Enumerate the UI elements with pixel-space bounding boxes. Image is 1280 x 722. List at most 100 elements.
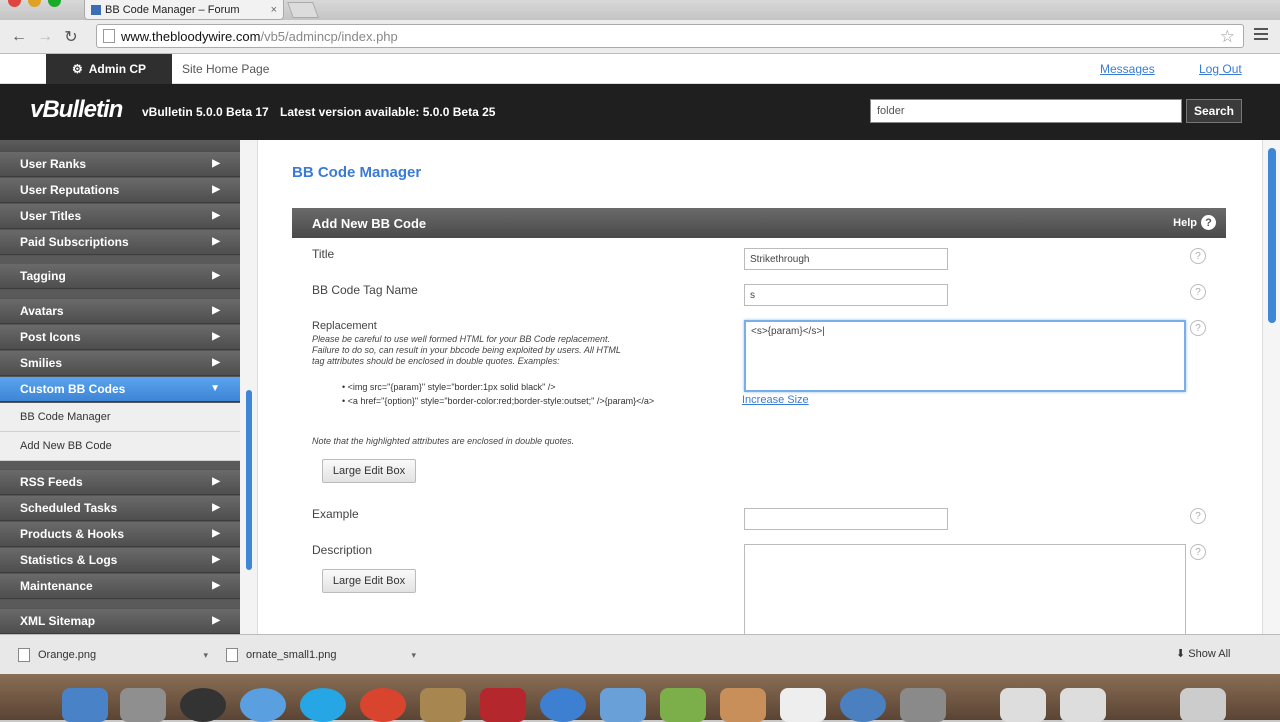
sidebar-item-statistics-logs[interactable]: Statistics & Logs ▶ — [0, 548, 240, 573]
zoom-window-icon[interactable] — [48, 0, 61, 7]
app-icon[interactable] — [900, 688, 946, 722]
sidebar-item-label: Scheduled Tasks — [20, 501, 118, 515]
sidebar-item-user-reputations[interactable]: User Reputations ▶ — [0, 178, 240, 203]
sidebar-item-products-hooks[interactable]: Products & Hooks ▶ — [0, 522, 240, 547]
tab-close-icon[interactable]: × — [271, 4, 277, 16]
file-icon — [226, 648, 238, 662]
messages-link[interactable]: Messages — [1100, 62, 1155, 76]
show-all-downloads-link[interactable]: ⬇ Show All — [1176, 647, 1230, 660]
download-item[interactable]: Orange.png ▾ — [18, 643, 208, 667]
tab-admin-cp[interactable]: ⚙ Admin CP — [46, 54, 172, 84]
help-question-icon[interactable]: ? — [1190, 320, 1206, 336]
large-edit-box-button[interactable]: Large Edit Box — [322, 459, 416, 483]
help-question-icon[interactable]: ? — [1190, 544, 1206, 560]
sidebar-item-label: Maintenance — [20, 579, 93, 593]
logout-link[interactable]: Log Out — [1199, 62, 1242, 76]
help-question-icon[interactable]: ? — [1190, 248, 1206, 264]
replacement-note-line: Failure to do so, can result in your bbc… — [312, 345, 621, 355]
chevron-right-icon: ▶ — [212, 615, 220, 626]
search-button[interactable]: Search — [1186, 99, 1242, 123]
app-icon[interactable] — [600, 688, 646, 722]
bookmark-star-icon[interactable]: ☆ — [1220, 27, 1235, 47]
increase-size-link[interactable]: Increase Size — [742, 394, 809, 406]
show-all-label: Show All — [1188, 648, 1231, 660]
close-window-icon[interactable] — [8, 0, 21, 7]
replacement-label: Replacement — [312, 320, 377, 332]
sidebar-item-xml-sitemap[interactable]: XML Sitemap ▶ — [0, 609, 240, 634]
back-button[interactable]: ← — [6, 28, 32, 46]
finder-icon[interactable] — [62, 688, 108, 722]
replacement-textarea[interactable]: <s>{param}</s>| — [744, 320, 1186, 392]
browser-menu-icon[interactable] — [1254, 28, 1268, 40]
tag-name-field[interactable]: s — [744, 284, 948, 306]
sidebar-item-label: User Titles — [20, 209, 82, 223]
trash-icon[interactable] — [1180, 688, 1226, 722]
sidebar-item-label: Products & Hooks — [20, 527, 125, 541]
folder-icon[interactable] — [1060, 688, 1106, 722]
chevron-right-icon: ▶ — [212, 236, 220, 247]
large-edit-box-button[interactable]: Large Edit Box — [322, 569, 416, 593]
sidebar-item-rss-feeds[interactable]: RSS Feeds ▶ — [0, 470, 240, 495]
tag-name-label: BB Code Tag Name — [312, 283, 418, 297]
title-field[interactable]: Strikethrough — [744, 248, 948, 270]
example-field[interactable] — [744, 508, 948, 530]
skype-icon[interactable] — [300, 688, 346, 722]
description-textarea[interactable] — [744, 544, 1186, 634]
sidebar-item-custom-bb-codes[interactable]: Custom BB Codes ▼ — [0, 377, 240, 402]
app-icon[interactable] — [720, 688, 766, 722]
tab-site-home[interactable]: Site Home Page — [182, 62, 269, 76]
sidebar-item-paid-subscriptions[interactable]: Paid Subscriptions ▶ — [0, 230, 240, 255]
forward-button[interactable]: → — [32, 28, 58, 46]
sidebar-item-maintenance[interactable]: Maintenance ▶ — [0, 574, 240, 599]
reload-button[interactable]: ↻ — [58, 27, 84, 47]
sidebar-subitem-add-new-bb-code[interactable]: Add New BB Code — [0, 432, 240, 461]
app-icon[interactable] — [660, 688, 706, 722]
dashboard-icon[interactable] — [180, 688, 226, 722]
description-label: Description — [312, 543, 373, 557]
sidebar-item-label: Smilies — [20, 356, 63, 370]
app-store-icon[interactable] — [540, 688, 586, 722]
app-icon[interactable] — [840, 688, 886, 722]
chevron-down-icon[interactable]: ▾ — [203, 650, 208, 661]
sidebar-subitem-bb-code-manager[interactable]: BB Code Manager — [0, 403, 240, 432]
main-scrollbar[interactable] — [1262, 140, 1280, 634]
minimize-window-icon[interactable] — [28, 0, 41, 7]
main-scroll-thumb[interactable] — [1268, 148, 1276, 323]
tab-title: BB Code Manager – Forum — [105, 3, 240, 16]
new-tab-button[interactable] — [287, 2, 319, 18]
folder-icon[interactable] — [1000, 688, 1046, 722]
sidebar-item-scheduled-tasks[interactable]: Scheduled Tasks ▶ — [0, 496, 240, 521]
search-input[interactable]: folder — [870, 99, 1182, 123]
sidebar-scrollbar[interactable] — [240, 140, 258, 634]
calendar-icon[interactable] — [780, 688, 826, 722]
admin-top-nav: ⚙ Admin CP Site Home Page Messages Log O… — [0, 54, 1280, 84]
sidebar-item-user-titles[interactable]: User Titles ▶ — [0, 204, 240, 229]
help-question-icon[interactable]: ? — [1190, 508, 1206, 524]
chevron-right-icon: ▶ — [212, 528, 220, 539]
sidebar-item-post-icons[interactable]: Post Icons ▶ — [0, 325, 240, 350]
sidebar-item-smilies[interactable]: Smilies ▶ — [0, 351, 240, 376]
download-filename: ornate_small1.png — [246, 649, 337, 661]
sidebar-item-avatars[interactable]: Avatars ▶ — [0, 299, 240, 324]
facetime-icon[interactable] — [240, 688, 286, 722]
browser-tab[interactable]: BB Code Manager – Forum × — [84, 0, 284, 20]
browser-toolbar: ← → ↻ www.thebloodywire.com/vb5/admincp/… — [0, 20, 1280, 54]
chrome-icon[interactable] — [360, 688, 406, 722]
chevron-right-icon: ▶ — [212, 158, 220, 169]
sidebar-divider — [0, 600, 240, 608]
photo-icon[interactable] — [420, 688, 466, 722]
download-item[interactable]: ornate_small1.png ▾ — [226, 643, 416, 667]
chevron-down-icon[interactable]: ▾ — [411, 650, 416, 661]
sidebar-item-tagging[interactable]: Tagging ▶ — [0, 264, 240, 289]
help-question-icon[interactable]: ? — [1190, 284, 1206, 300]
system-preferences-icon[interactable] — [120, 688, 166, 722]
sidebar-scroll-thumb[interactable] — [246, 390, 252, 570]
url-path: /vb5/admincp/index.php — [260, 28, 398, 44]
flash-icon[interactable] — [480, 688, 526, 722]
download-filename: Orange.png — [38, 649, 97, 661]
sidebar-item-label: Paid Subscriptions — [20, 235, 129, 249]
url-bar[interactable]: www.thebloodywire.com/vb5/admincp/index.… — [96, 24, 1244, 48]
sidebar-item-label: Post Icons — [20, 330, 81, 344]
sidebar-item-user-ranks[interactable]: User Ranks ▶ — [0, 152, 240, 177]
help-link[interactable]: Help ? — [1173, 215, 1216, 230]
